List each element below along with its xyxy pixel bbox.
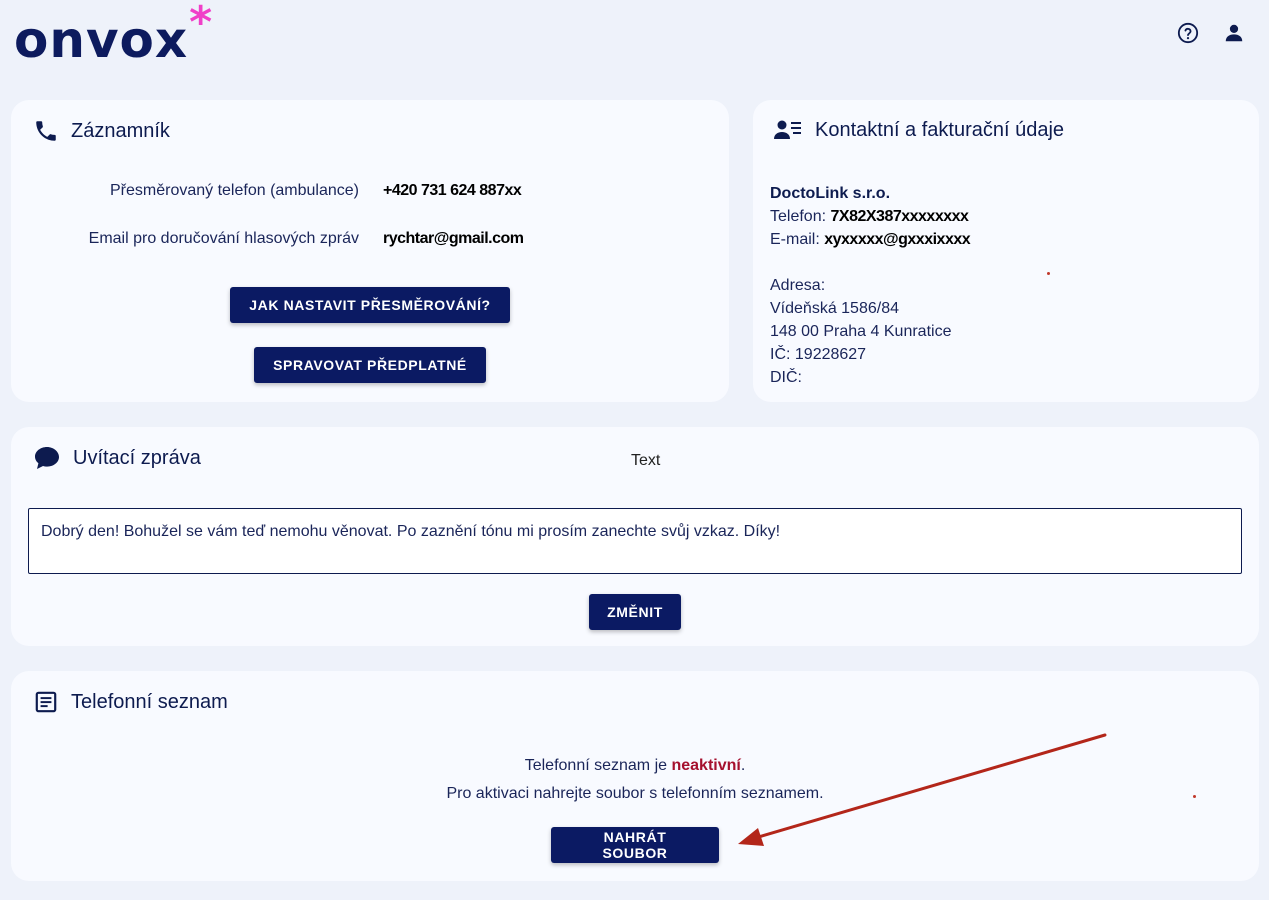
address-label: Adresa: xyxy=(770,277,826,294)
phonebook-hint: Pro aktivaci nahrejte soubor s telefonní… xyxy=(446,785,824,802)
contact-email-label: E-mail: xyxy=(770,231,820,248)
voicemail-title: Záznamník xyxy=(71,119,170,142)
onvox-logo[interactable]: onvox* xyxy=(14,0,213,75)
company-dic: DIČ: xyxy=(770,369,802,386)
voicemail-email-label: Email pro doručování hlasových zpráv xyxy=(88,230,359,247)
greeting-card-title: Uvítací zpráva xyxy=(33,445,201,471)
document-list-icon xyxy=(33,689,59,715)
address-city: 148 00 Praha 4 Kunratice xyxy=(770,323,952,340)
logo-star: * xyxy=(189,0,214,48)
contact-details: DoctoLink s.r.o. Telefon: 7X82X387xxxxxx… xyxy=(770,182,971,389)
phonebook-title: Telefonní seznam xyxy=(71,690,228,713)
phonebook-card: Telefonní seznam Telefonní seznam je nea… xyxy=(11,671,1259,881)
redirected-phone-label: Přesměrovaný telefon (ambulance) xyxy=(109,182,359,199)
company-name: DoctoLink s.r.o. xyxy=(770,185,891,202)
annotation-dot xyxy=(1193,795,1196,798)
user-icon[interactable] xyxy=(1223,22,1245,44)
help-circle-icon[interactable] xyxy=(1177,22,1199,44)
voicemail-card: Záznamník Přesměrovaný telefon (ambulanc… xyxy=(11,100,729,402)
phonebook-status: Telefonní seznam je neaktivní. xyxy=(11,757,1259,775)
phonebook-card-title: Telefonní seznam xyxy=(33,689,228,715)
header-actions xyxy=(1177,22,1245,44)
chat-bubble-icon xyxy=(33,445,61,471)
how-to-redirect-button[interactable]: JAK NASTAVIT PŘESMĚROVÁNÍ? xyxy=(230,287,510,323)
contact-list-icon xyxy=(773,118,803,142)
contact-card-title: Kontaktní a fakturační údaje xyxy=(773,118,1064,142)
voicemail-card-title: Záznamník xyxy=(33,118,170,144)
company-ic: IČ: 19228627 xyxy=(770,346,867,363)
greeting-message-field[interactable]: Dobrý den! Bohužel se vám teď nemohu věn… xyxy=(28,508,1242,574)
greeting-text-label: Text xyxy=(631,452,661,469)
voicemail-email-value: rychtar@gmail.com xyxy=(383,230,524,247)
phonebook-status-suffix: . xyxy=(740,757,746,774)
address-street: Vídeňská 1586/84 xyxy=(770,300,899,317)
manage-subscription-button[interactable]: SPRAVOVAT PŘEDPLATNÉ xyxy=(254,347,486,383)
greeting-card: Uvítací zpráva Text Dobrý den! Bohužel s… xyxy=(11,427,1259,646)
annotation-dot xyxy=(1047,272,1050,275)
contact-phone-label: Telefon: xyxy=(770,208,827,225)
contact-title: Kontaktní a fakturační údaje xyxy=(815,118,1065,141)
contact-phone-value: 7X82X387xxxxxxxx xyxy=(830,208,969,225)
contact-card: Kontaktní a fakturační údaje DoctoLink s… xyxy=(753,100,1259,402)
phone-icon xyxy=(33,118,59,144)
redirected-phone-value: +420 731 624 887xx xyxy=(383,182,522,199)
contact-phone-line: Telefon: 7X82X387xxxxxxxx xyxy=(770,205,970,228)
contact-email-line: E-mail: xyxxxxx@gxxxixxxx xyxy=(770,228,971,251)
contact-email-value: xyxxxxx@gxxxixxxx xyxy=(824,231,971,248)
phonebook-status-badge: neaktivní xyxy=(671,757,741,774)
change-greeting-button[interactable]: ZMĚNIT xyxy=(589,594,681,630)
greeting-title: Uvítací zpráva xyxy=(73,446,201,469)
phonebook-status-prefix: Telefonní seznam je xyxy=(524,757,672,774)
logo-text: onvox xyxy=(14,11,189,69)
upload-file-button[interactable]: NAHRÁT SOUBOR xyxy=(551,827,719,863)
